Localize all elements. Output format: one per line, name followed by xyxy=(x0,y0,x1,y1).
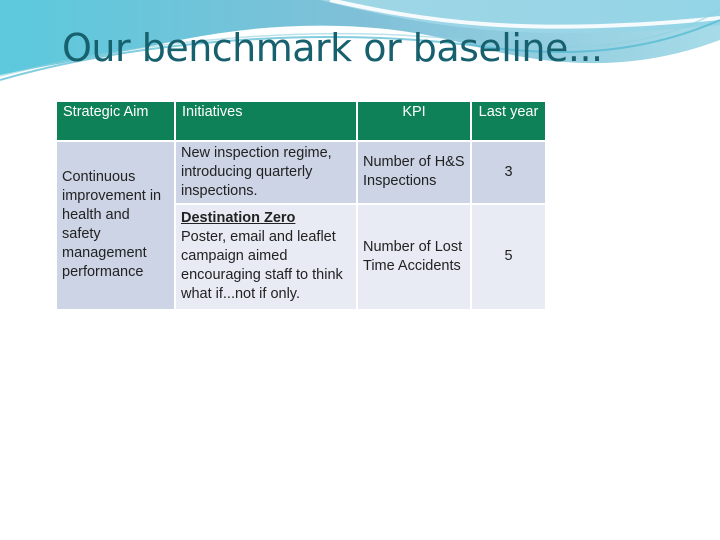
header-strategic-aim: Strategic Aim xyxy=(57,102,174,140)
header-initiatives: Initiatives xyxy=(176,102,356,140)
initiative-cell: New inspection regime, introducing quart… xyxy=(176,142,356,203)
header-kpi: KPI xyxy=(358,102,470,140)
header-last-year: Last year xyxy=(472,102,545,140)
initiative-heading: Destination Zero xyxy=(181,210,296,226)
table-header-row: Strategic Aim Initiatives KPI Last year xyxy=(57,102,545,140)
initiative-text: New inspection regime, introducing quart… xyxy=(181,144,332,199)
last-year-cell: 3 xyxy=(472,142,545,203)
benchmark-table: Strategic Aim Initiatives KPI Last year … xyxy=(55,100,547,311)
table-row: Continuous improvement in health and saf… xyxy=(57,142,545,309)
kpi-cell: Number of H&S Inspections xyxy=(358,142,470,203)
strategic-aim-cell: Continuous improvement in health and saf… xyxy=(57,142,174,309)
initiative-text: Poster, email and leaflet campaign aimed… xyxy=(181,229,343,302)
initiative-cell: Destination Zero Poster, email and leafl… xyxy=(176,205,356,309)
kpi-cell: Number of Lost Time Accidents xyxy=(358,205,470,309)
last-year-cell: 5 xyxy=(472,205,545,309)
slide-title: Our benchmark or baseline... xyxy=(62,26,603,70)
